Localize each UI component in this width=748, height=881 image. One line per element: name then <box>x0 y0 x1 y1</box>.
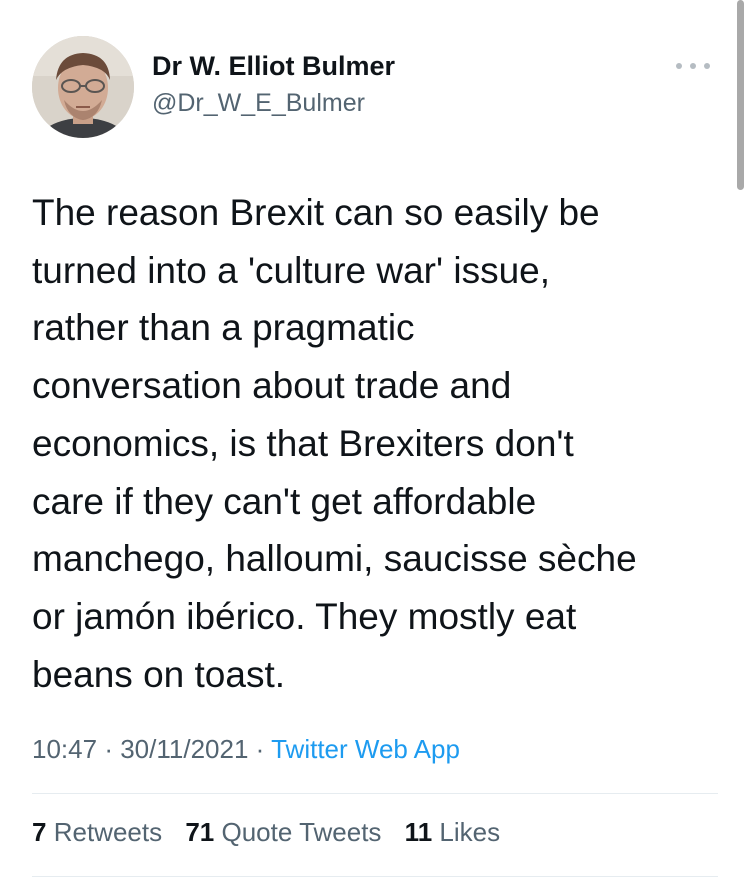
avatar-photo <box>32 36 134 138</box>
tweet-metadata: 10:47 · 30/11/2021 · Twitter Web App <box>32 734 460 765</box>
retweets-stat[interactable]: 7 Retweets <box>32 817 162 847</box>
divider <box>32 876 718 877</box>
tweet-source-link[interactable]: Twitter Web App <box>271 734 460 764</box>
tweet-text: The reason Brexit can so easily be turne… <box>32 192 637 695</box>
meta-separator: · <box>104 734 113 764</box>
more-dot <box>704 63 710 69</box>
more-horizontal-icon[interactable] <box>676 56 710 76</box>
likes-stat[interactable]: 11 Likes <box>405 817 500 847</box>
more-dot <box>690 63 696 69</box>
meta-separator: · <box>255 734 265 764</box>
display-name[interactable]: Dr W. Elliot Bulmer <box>152 51 395 82</box>
scrollbar[interactable] <box>737 0 744 190</box>
likes-count: 11 <box>404 817 433 847</box>
more-dot <box>676 63 682 69</box>
retweets-count: 7 <box>32 817 47 847</box>
tweet-time[interactable]: 10:47 <box>32 734 97 764</box>
avatar[interactable] <box>32 36 134 138</box>
retweets-label: Retweets <box>53 817 163 847</box>
tweet-stats: 7 Retweets 71 Quote Tweets 11 Likes <box>32 817 516 848</box>
tweet-date[interactable]: 30/11/2021 <box>120 734 248 764</box>
user-handle[interactable]: @Dr_W_E_Bulmer <box>152 89 365 118</box>
likes-label: Likes <box>439 817 501 847</box>
quote-tweets-label: Quote Tweets <box>221 817 382 847</box>
quote-tweets-count: 71 <box>185 817 215 847</box>
divider <box>32 793 718 794</box>
quote-tweets-stat[interactable]: 71 Quote Tweets <box>185 817 381 847</box>
